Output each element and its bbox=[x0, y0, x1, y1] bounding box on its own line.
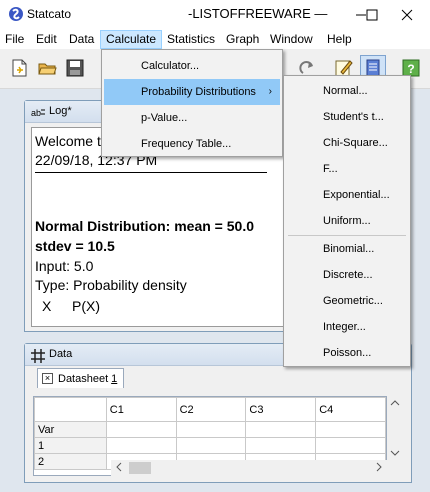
grid-icon bbox=[31, 349, 45, 366]
tab-number: 1 bbox=[111, 372, 118, 385]
column-header-c4[interactable]: C4 bbox=[315, 397, 386, 422]
menu-item-discrete[interactable]: Discrete... bbox=[286, 262, 408, 288]
title-bar: Statcato -LISTOFFREEWARE — bbox=[0, 0, 430, 30]
log-icon: ab bbox=[31, 106, 45, 121]
column-header-c3[interactable]: C3 bbox=[245, 397, 317, 422]
menu-data[interactable]: Data bbox=[64, 30, 99, 49]
table-row: 1 bbox=[34, 437, 386, 454]
table-cell[interactable] bbox=[175, 437, 247, 454]
tab-datasheet-1[interactable]: × Datasheet 1 bbox=[37, 368, 125, 388]
menu-item-p-value[interactable]: p-Value... bbox=[104, 105, 280, 131]
svg-text:ab: ab bbox=[31, 108, 41, 118]
log-header-px: P(X) bbox=[72, 298, 100, 314]
menu-item-normal[interactable]: Normal... bbox=[286, 78, 408, 104]
log-title: Log* bbox=[49, 105, 72, 117]
menu-item-frequency-table[interactable]: Frequency Table... bbox=[104, 131, 280, 157]
column-header-c2[interactable]: C2 bbox=[175, 397, 247, 422]
row-header-1: 1 bbox=[34, 437, 107, 454]
table-cell[interactable] bbox=[105, 437, 177, 454]
menu-item-students-t[interactable]: Student's t... bbox=[286, 104, 408, 130]
window-title: -LISTOFFREEWARE — bbox=[188, 6, 328, 21]
menu-item-exponential[interactable]: Exponential... bbox=[286, 182, 408, 208]
table-cell[interactable] bbox=[175, 421, 247, 438]
tab-label: Datasheet bbox=[58, 372, 109, 385]
scroll-up-icon[interactable] bbox=[390, 396, 400, 410]
menu-file[interactable]: File bbox=[0, 30, 29, 49]
scroll-thumb[interactable] bbox=[129, 462, 151, 474]
new-file-icon[interactable] bbox=[6, 55, 32, 81]
table-cell[interactable] bbox=[245, 421, 317, 438]
table-cell[interactable] bbox=[105, 421, 177, 438]
menu-item-uniform[interactable]: Uniform... bbox=[286, 208, 408, 234]
menu-statistics[interactable]: Statistics bbox=[162, 30, 220, 49]
table-cell[interactable] bbox=[315, 421, 386, 438]
submenu-arrow-icon: › bbox=[268, 86, 272, 97]
menu-item-geometric[interactable]: Geometric... bbox=[286, 288, 408, 314]
horizontal-scrollbar[interactable] bbox=[111, 460, 387, 476]
menu-item-probability-distributions[interactable]: Probability Distributions › bbox=[104, 79, 280, 105]
maximize-button[interactable] bbox=[349, 0, 395, 30]
menu-item-calculator[interactable]: Calculator... bbox=[104, 53, 280, 79]
menu-item-integer[interactable]: Integer... bbox=[286, 314, 408, 340]
menu-graph[interactable]: Graph bbox=[221, 30, 264, 49]
scroll-right-icon[interactable] bbox=[375, 461, 383, 475]
table-cell[interactable] bbox=[245, 437, 317, 454]
app-name: Statcato bbox=[27, 7, 72, 21]
log-result-line2: stdev = 10.5 bbox=[35, 238, 115, 254]
scroll-down-icon[interactable] bbox=[390, 446, 400, 460]
svg-text:?: ? bbox=[407, 62, 414, 76]
menu-bar: File Edit Data Calculate Statistics Grap… bbox=[0, 30, 430, 49]
menu-item-label: Probability Distributions bbox=[141, 86, 256, 98]
menu-item-f[interactable]: F... bbox=[286, 156, 408, 182]
close-tab-icon[interactable]: × bbox=[42, 373, 53, 384]
open-folder-icon[interactable] bbox=[34, 55, 60, 81]
log-type: Type: Probability density bbox=[35, 277, 187, 293]
menu-item-chi-square[interactable]: Chi-Square... bbox=[286, 130, 408, 156]
menu-window[interactable]: Window bbox=[265, 30, 318, 49]
row-header-2: 2 bbox=[34, 453, 107, 470]
log-header-x: X bbox=[42, 298, 52, 314]
table-row: Var bbox=[34, 421, 386, 438]
log-input: Input: 5.0 bbox=[35, 258, 94, 274]
menu-help[interactable]: Help bbox=[322, 30, 357, 49]
menu-edit[interactable]: Edit bbox=[31, 30, 62, 49]
vertical-scrollbar[interactable] bbox=[387, 396, 403, 460]
row-header-var: Var bbox=[34, 421, 107, 438]
column-header-c1[interactable]: C1 bbox=[105, 397, 177, 422]
probability-distributions-submenu: Normal... Student's t... Chi-Square... F… bbox=[283, 75, 411, 367]
statcato-logo-icon bbox=[8, 6, 24, 22]
log-text-area[interactable]: Welcome t 22/09/18, 12:37 PM Normal Dist… bbox=[31, 127, 285, 327]
menu-item-poisson[interactable]: Poisson... bbox=[286, 340, 408, 366]
log-result-line1: Normal Distribution: mean = 50.0 bbox=[35, 218, 254, 234]
data-title: Data bbox=[49, 348, 73, 360]
scroll-left-icon[interactable] bbox=[115, 461, 123, 475]
calculate-menu: Calculator... Probability Distributions … bbox=[101, 49, 283, 157]
log-divider bbox=[35, 172, 267, 173]
save-icon[interactable] bbox=[62, 55, 88, 81]
log-welcome: Welcome t bbox=[35, 133, 101, 149]
menu-calculate[interactable]: Calculate bbox=[100, 30, 163, 49]
column-header-row: C1 C2 C3 C4 bbox=[34, 397, 386, 422]
table-cell[interactable] bbox=[315, 437, 386, 454]
menu-item-binomial[interactable]: Binomial... bbox=[286, 236, 408, 262]
